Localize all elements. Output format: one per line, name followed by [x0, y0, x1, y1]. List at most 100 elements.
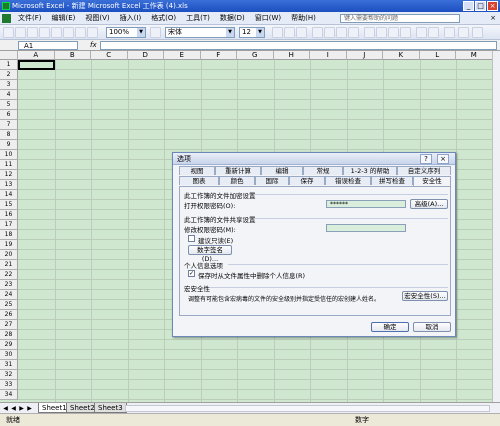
row-header-19[interactable]: 19 [0, 240, 18, 250]
zoom-combo[interactable]: 100% ▼ [106, 27, 146, 38]
row-header-31[interactable]: 31 [0, 360, 18, 370]
tab-view[interactable]: 视图 [179, 166, 215, 175]
row-header-14[interactable]: 14 [0, 190, 18, 200]
chevron-down-icon[interactable]: ▼ [137, 28, 145, 37]
column-header-c[interactable]: C [91, 51, 128, 60]
row-header-10[interactable]: 10 [0, 150, 18, 160]
dialog-close-button[interactable]: × [437, 154, 449, 164]
save-icon[interactable] [27, 27, 38, 38]
chevron-down-icon[interactable]: ▼ [226, 28, 234, 37]
undo-icon[interactable] [75, 27, 86, 38]
row-header-30[interactable]: 30 [0, 350, 18, 360]
column-header-a[interactable]: A [18, 51, 55, 60]
row-header-4[interactable]: 4 [0, 90, 18, 100]
tab-security[interactable]: 安全性 [413, 176, 451, 186]
tab-custom-lists[interactable]: 自定义序列 [397, 166, 451, 175]
row-header-17[interactable]: 17 [0, 220, 18, 230]
digital-signature-button[interactable]: 数字签名(D)... [188, 245, 232, 263]
modify-password-field[interactable] [326, 224, 406, 232]
row-header-11[interactable]: 11 [0, 160, 18, 170]
column-header-l[interactable]: L [420, 51, 456, 60]
row-header-9[interactable]: 9 [0, 140, 18, 150]
workbook-icon[interactable] [2, 13, 11, 23]
row-header-16[interactable]: 16 [0, 210, 18, 220]
remove-info-checkbox[interactable]: ✓ [188, 270, 195, 277]
row-header-15[interactable]: 15 [0, 200, 18, 210]
tab-edit[interactable]: 编辑 [261, 166, 303, 175]
sheet-tab-3[interactable]: Sheet3 [94, 403, 127, 413]
increase-decimal-icon[interactable] [388, 27, 399, 38]
column-header-e[interactable]: E [164, 51, 201, 60]
column-header-k[interactable]: K [383, 51, 420, 60]
help-search-input[interactable]: 键入需要帮助的问题 [340, 14, 460, 23]
row-header-1[interactable]: 1 [0, 60, 18, 70]
row-header-27[interactable]: 27 [0, 320, 18, 330]
cancel-button[interactable]: 取消 [413, 322, 451, 332]
select-all-corner[interactable] [0, 51, 18, 60]
help-icon[interactable] [150, 27, 161, 38]
tab-lotus-help[interactable]: 1-2-3 的帮助 [343, 166, 397, 175]
dialog-title-bar[interactable]: 选项 [173, 153, 455, 165]
font-name-combo[interactable]: 宋体 ▼ [165, 27, 235, 38]
tab-international[interactable]: 国际 [255, 176, 289, 185]
menu-data[interactable]: 数据(D) [215, 13, 250, 23]
menu-edit[interactable]: 编辑(E) [47, 13, 81, 23]
advanced-button[interactable]: 高级(A)... [410, 199, 448, 209]
column-header-m[interactable]: M [456, 51, 492, 60]
menu-insert[interactable]: 插入(I) [115, 13, 147, 23]
row-header-12[interactable]: 12 [0, 170, 18, 180]
decrease-decimal-icon[interactable] [400, 27, 411, 38]
formula-input[interactable] [100, 41, 497, 50]
tab-error-checking[interactable]: 错误检查 [325, 176, 371, 185]
column-header-d[interactable]: D [128, 51, 164, 60]
tab-general[interactable]: 常规 [303, 166, 343, 175]
column-header-i[interactable]: I [310, 51, 347, 60]
window-title-bar[interactable]: Microsoft Excel - 新建 Microsoft Excel 工作表… [0, 0, 500, 12]
chevron-down-icon[interactable]: ▼ [256, 28, 264, 37]
percent-icon[interactable] [364, 27, 375, 38]
menu-window[interactable]: 窗口(W) [250, 13, 286, 23]
maximize-button[interactable]: □ [475, 1, 486, 11]
comma-icon[interactable] [376, 27, 387, 38]
column-header-j[interactable]: J [347, 51, 383, 60]
prev-sheet-icon[interactable]: ◀ [10, 405, 17, 412]
align-center-icon[interactable] [324, 27, 335, 38]
row-header-23[interactable]: 23 [0, 280, 18, 290]
row-header-18[interactable]: 18 [0, 230, 18, 240]
menu-file[interactable]: 文件(F) [13, 13, 47, 23]
row-header-2[interactable]: 2 [0, 70, 18, 80]
vertical-scrollbar[interactable] [492, 51, 500, 402]
row-header-7[interactable]: 7 [0, 120, 18, 130]
tab-spelling[interactable]: 拼写检查 [371, 176, 413, 185]
row-header-34[interactable]: 34 [0, 390, 18, 400]
row-header-29[interactable]: 29 [0, 340, 18, 350]
font-size-combo[interactable]: 12 ▼ [239, 27, 265, 38]
row-header-25[interactable]: 25 [0, 300, 18, 310]
menu-format[interactable]: 格式(O) [146, 13, 181, 23]
row-header-32[interactable]: 32 [0, 370, 18, 380]
row-header-22[interactable]: 22 [0, 270, 18, 280]
italic-icon[interactable] [284, 27, 295, 38]
align-left-icon[interactable] [312, 27, 323, 38]
name-box[interactable]: A1 [18, 41, 78, 50]
row-header-33[interactable]: 33 [0, 380, 18, 390]
align-right-icon[interactable] [336, 27, 347, 38]
doc-close-icon[interactable]: × [490, 14, 496, 22]
row-header-3[interactable]: 3 [0, 80, 18, 90]
row-header-5[interactable]: 5 [0, 100, 18, 110]
permission-icon[interactable] [39, 27, 50, 38]
ok-button[interactable]: 确定 [371, 322, 409, 332]
horizontal-scrollbar[interactable] [125, 405, 490, 412]
sum-icon[interactable] [87, 27, 98, 38]
menu-help[interactable]: 帮助(H) [286, 13, 321, 23]
last-sheet-icon[interactable]: ▶ [26, 405, 33, 412]
merge-center-icon[interactable] [348, 27, 359, 38]
row-header-6[interactable]: 6 [0, 110, 18, 120]
decrease-indent-icon[interactable] [416, 27, 427, 38]
next-sheet-icon[interactable]: ▶ [18, 405, 25, 412]
tab-calculation[interactable]: 重新计算 [215, 166, 261, 175]
fill-color-icon[interactable] [458, 27, 469, 38]
active-cell[interactable] [18, 60, 55, 70]
column-header-b[interactable]: B [55, 51, 91, 60]
row-header-21[interactable]: 21 [0, 260, 18, 270]
